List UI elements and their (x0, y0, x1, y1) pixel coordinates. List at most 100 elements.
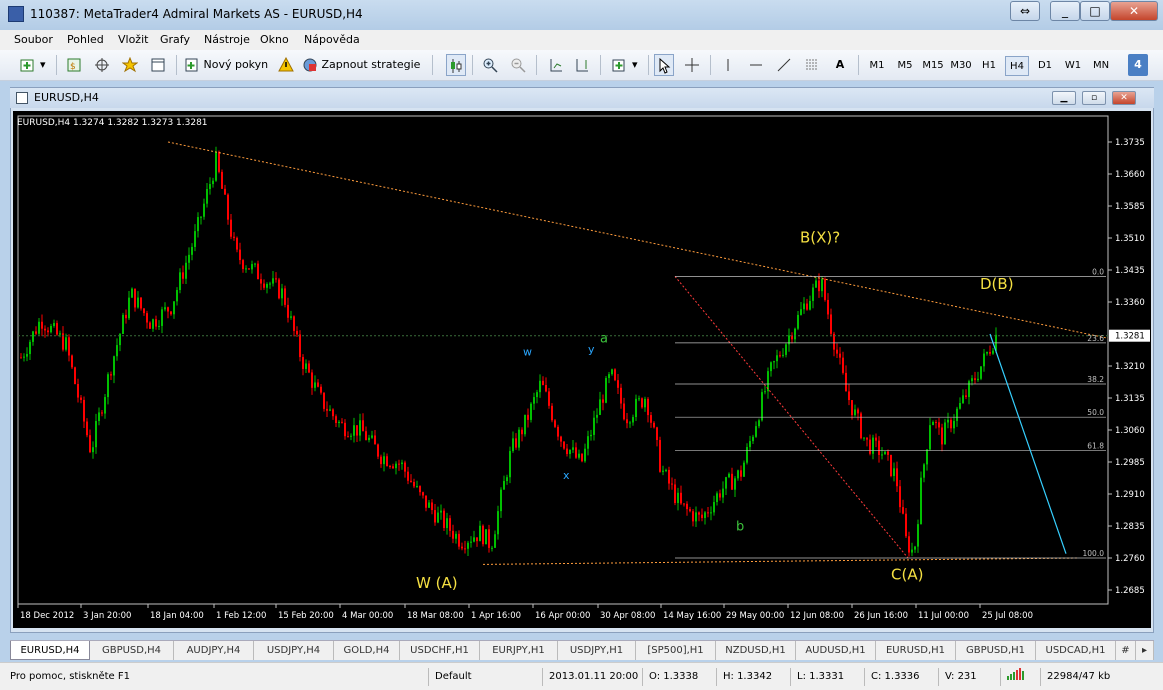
candle-body (218, 151, 220, 172)
zoom-out-button[interactable] (508, 54, 528, 76)
chart-minimize-button[interactable]: ▁ (1052, 91, 1076, 105)
candle-body (857, 409, 859, 414)
candle-body (152, 319, 154, 329)
tab-more[interactable]: # (1116, 641, 1136, 660)
menu-insert[interactable]: Vložit (118, 33, 148, 46)
tab-sp500-h1[interactable]: [SP500],H1 (636, 641, 716, 660)
candle-body (233, 236, 235, 238)
minimize-button[interactable]: _ (1050, 1, 1080, 21)
candle-body (389, 466, 391, 468)
crosshair-tool-button[interactable] (682, 54, 702, 76)
autotrading-button[interactable]: Zapnout strategie (302, 54, 424, 76)
candle-body (548, 391, 550, 406)
candle-body (731, 473, 733, 490)
candle-body (590, 434, 592, 437)
close-button[interactable]: ✕ (1110, 1, 1158, 21)
tab-eurusd-h4[interactable]: EURUSD,H4 (10, 641, 90, 660)
timeframe-m15[interactable]: M15 (921, 56, 945, 76)
favorites-button[interactable] (120, 54, 140, 76)
chart-restore-button[interactable]: ▫ (1082, 91, 1106, 105)
candle-body (965, 395, 967, 398)
candlestick-button[interactable] (446, 54, 466, 76)
candle-body (113, 356, 115, 376)
horizontal-line-button[interactable] (746, 54, 766, 76)
candle-body (368, 437, 370, 441)
new-chart-button[interactable]: ▾ (16, 54, 50, 76)
cursor-tool-button[interactable] (654, 54, 674, 76)
candle-body (845, 372, 847, 392)
candle-body (332, 409, 334, 417)
menu-charts[interactable]: Grafy (160, 33, 190, 46)
tab-usdjpy-h4[interactable]: USDJPY,H4 (254, 641, 334, 660)
candle-body (926, 449, 928, 465)
chart-close-button[interactable]: ✕ (1112, 91, 1136, 105)
restore-button[interactable]: ⇔ (1010, 1, 1040, 21)
candle-body (722, 488, 724, 498)
timeframe-h1[interactable]: H1 (977, 56, 1001, 76)
menu-tools[interactable]: Nástroje (204, 33, 250, 46)
candle-body (236, 237, 238, 250)
market-watch-button[interactable]: $ (64, 54, 84, 76)
candle-body (671, 483, 673, 485)
chart-shift-button[interactable] (572, 54, 592, 76)
auto-scroll-button[interactable] (546, 54, 566, 76)
candle-body (221, 171, 223, 189)
new-order-button[interactable]: Nový pokyn (184, 54, 272, 76)
zoom-in-button[interactable] (480, 54, 500, 76)
trendline-button[interactable] (774, 54, 794, 76)
candle-body (134, 288, 136, 308)
wave-label: W (A) (416, 574, 458, 592)
tab-gold-h4[interactable]: GOLD,H4 (334, 641, 400, 660)
menu-window[interactable]: Okno (260, 33, 289, 46)
tab-audjpy-h4[interactable]: AUDJPY,H4 (174, 641, 254, 660)
indicators-button[interactable]: ▾ (608, 54, 642, 76)
timeframe-d1[interactable]: D1 (1033, 56, 1057, 76)
timeframe-m5[interactable]: M5 (893, 56, 917, 76)
fibonacci-button[interactable] (802, 54, 822, 76)
menu-help[interactable]: Nápověda (304, 33, 360, 46)
maximize-button[interactable]: □ (1080, 1, 1110, 21)
menu-view[interactable]: Pohled (67, 33, 104, 46)
candle-body (455, 533, 457, 539)
timeframe-m30[interactable]: M30 (949, 56, 973, 76)
tab-usdcad-h1[interactable]: USDCAD,H1 (1036, 641, 1116, 660)
candle-body (254, 263, 256, 265)
candle-body (794, 328, 796, 340)
candle-body (698, 512, 700, 515)
candle-body (443, 510, 445, 529)
tab-scroll-button[interactable]: ▸ (1136, 641, 1154, 660)
candle-body (557, 426, 559, 437)
price-chart[interactable]: EURUSD,H4 1.3274 1.3282 1.3273 1.3281 0.… (13, 111, 1151, 628)
tab-usdchf-h1[interactable]: USDCHF,H1 (400, 641, 480, 660)
candle-body (419, 486, 421, 493)
tab-audusd-h1[interactable]: AUDUSD,H1 (796, 641, 876, 660)
alert-button[interactable] (276, 54, 296, 76)
time-tick-label: 29 May 00:00 (726, 611, 784, 621)
vertical-line-button[interactable] (718, 54, 738, 76)
menu-file[interactable]: Soubor (14, 33, 53, 46)
tab-eurusd-h1[interactable]: EURUSD,H1 (876, 641, 956, 660)
navigator-button[interactable] (92, 54, 112, 76)
tab-gbpusd-h4[interactable]: GBPUSD,H4 (90, 641, 174, 660)
autotrading-label: Zapnout strategie (321, 58, 421, 71)
tab-gbpusd-h1[interactable]: GBPUSD,H1 (956, 641, 1036, 660)
timeframe-mn[interactable]: MN (1089, 56, 1113, 76)
notification-badge[interactable]: 4 (1128, 54, 1148, 76)
status-time: 2013.01.11 20:00 (542, 668, 642, 686)
tab-usdjpy-h1[interactable]: USDJPY,H1 (558, 641, 636, 660)
timeframe-w1[interactable]: W1 (1061, 56, 1085, 76)
candle-body (251, 264, 253, 270)
candle-body (773, 361, 775, 363)
candle-body (386, 456, 388, 467)
tab-nzdusd-h1[interactable]: NZDUSD,H1 (716, 641, 796, 660)
text-tool-button[interactable]: A (830, 54, 850, 76)
candle-body (953, 420, 955, 429)
timeframe-m1[interactable]: M1 (865, 56, 889, 76)
candle-body (380, 456, 382, 465)
terminal-button[interactable] (148, 54, 168, 76)
trendline-icon (777, 58, 791, 72)
candle-body (611, 369, 613, 375)
candle-body (98, 412, 100, 422)
timeframe-h4[interactable]: H4 (1005, 56, 1029, 76)
tab-eurjpy-h1[interactable]: EURJPY,H1 (480, 641, 558, 660)
